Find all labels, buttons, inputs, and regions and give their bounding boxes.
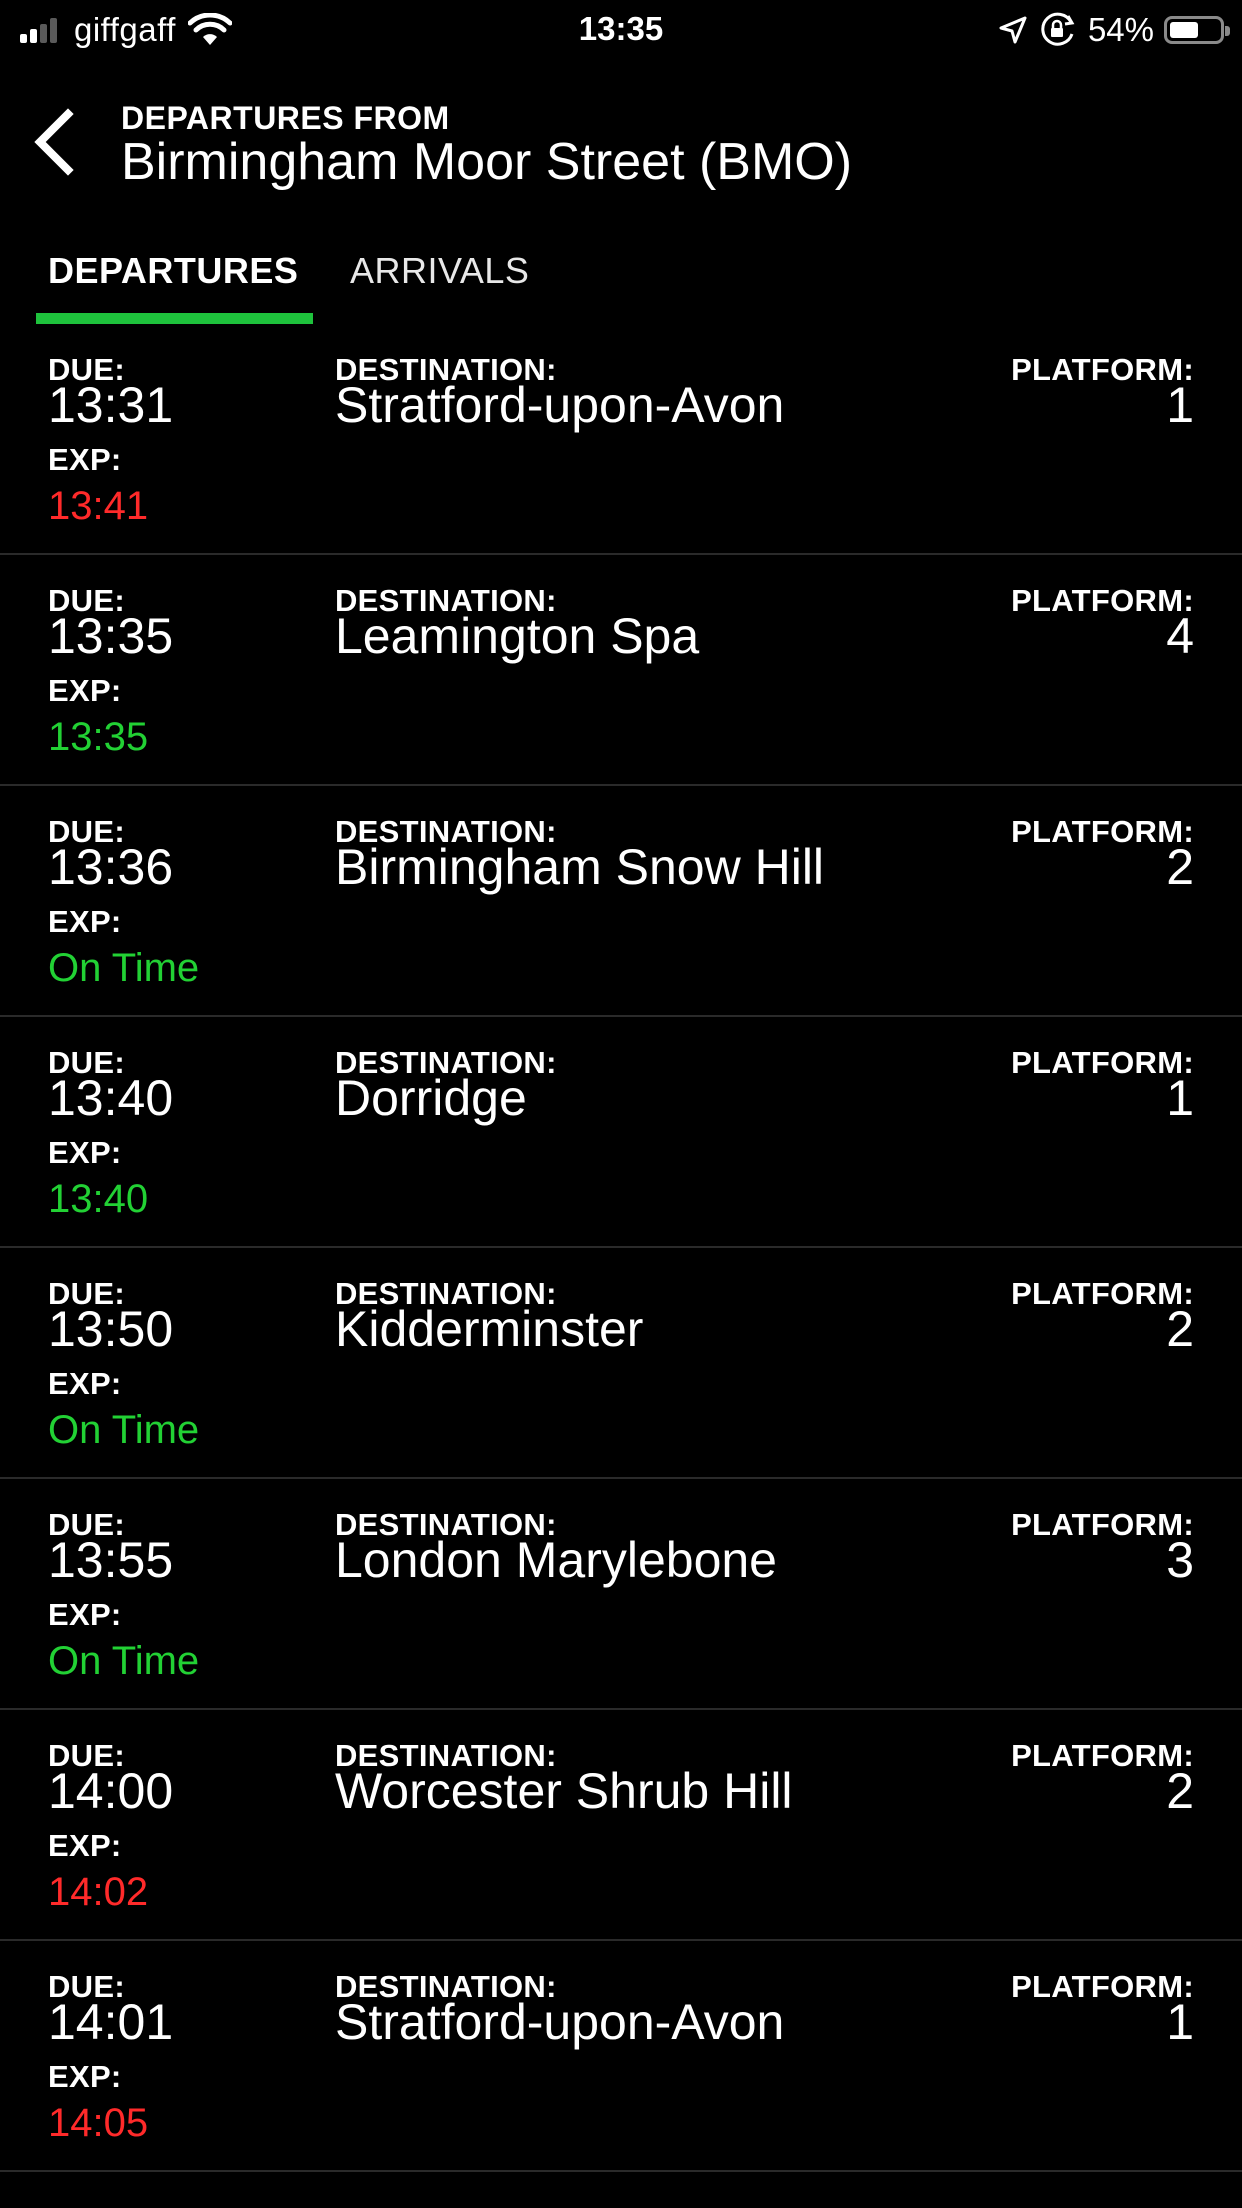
due-time: 13:40 xyxy=(48,1070,174,1126)
location-arrow-icon xyxy=(999,16,1027,44)
expected-time: 13:35 xyxy=(48,715,149,759)
platform-number: 3 xyxy=(1166,1532,1194,1588)
orientation-lock-icon xyxy=(1041,12,1075,46)
destination-name: Leamington Spa xyxy=(335,608,700,664)
due-time: 13:31 xyxy=(48,377,174,433)
platform-number: 1 xyxy=(1166,1994,1194,2050)
destination-name: Dorridge xyxy=(335,1070,527,1126)
expected-label: EXP: xyxy=(48,904,122,939)
destination-name: Worcester Shrub Hill xyxy=(335,1763,793,1819)
departure-row[interactable]: DUE: 14:01 EXP: 14:05 DESTINATION: Strat… xyxy=(0,1941,1242,2172)
battery-percentage: 54% xyxy=(1087,11,1154,48)
tab-arrivals[interactable]: ARRIVALS xyxy=(350,250,529,292)
due-time: 14:00 xyxy=(48,1763,174,1819)
platform-number: 2 xyxy=(1166,1301,1194,1357)
battery-icon xyxy=(1164,16,1230,44)
header: DEPARTURES FROM Birmingham Moor Street (… xyxy=(0,92,1242,192)
departure-row[interactable]: DUE: 13:36 EXP: On Time DESTINATION: Bir… xyxy=(0,786,1242,1017)
due-time: 13:35 xyxy=(48,608,174,664)
due-time: 13:55 xyxy=(48,1532,174,1588)
departure-row[interactable]: DUE: 13:31 EXP: 13:41 DESTINATION: Strat… xyxy=(0,324,1242,555)
status-bar: giffgaff 13:35 54% xyxy=(0,0,1242,62)
departure-row[interactable]: DUE: 13:40 EXP: 13:40 DESTINATION: Dorri… xyxy=(0,1017,1242,1248)
chevron-left-icon xyxy=(34,108,74,176)
departure-row[interactable]: DUE: 14:00 EXP: 14:02 DESTINATION: Worce… xyxy=(0,1710,1242,1941)
station-title: Birmingham Moor Street (BMO) xyxy=(121,133,853,191)
platform-number: 2 xyxy=(1166,1763,1194,1819)
expected-time: 13:41 xyxy=(48,484,149,528)
expected-label: EXP: xyxy=(48,1597,122,1632)
expected-label: EXP: xyxy=(48,1366,122,1401)
due-time: 13:50 xyxy=(48,1301,174,1357)
expected-label: EXP: xyxy=(48,442,122,477)
platform-number: 2 xyxy=(1166,839,1194,895)
expected-time: On Time xyxy=(48,1408,200,1452)
expected-label: EXP: xyxy=(48,673,122,708)
expected-time: On Time xyxy=(48,1639,200,1683)
destination-name: Stratford-upon-Avon xyxy=(335,377,785,433)
departures-list: DUE: 13:31 EXP: 13:41 DESTINATION: Strat… xyxy=(0,324,1242,2172)
platform-number: 1 xyxy=(1166,1070,1194,1126)
destination-name: Kidderminster xyxy=(335,1301,644,1357)
expected-label: EXP: xyxy=(48,1135,122,1170)
expected-time: 14:02 xyxy=(48,1870,149,1914)
destination-name: Birmingham Snow Hill xyxy=(335,839,825,895)
back-button[interactable] xyxy=(28,106,88,178)
expected-time: 14:05 xyxy=(48,2101,149,2145)
departure-row[interactable]: DUE: 13:50 EXP: On Time DESTINATION: Kid… xyxy=(0,1248,1242,1479)
status-right: 54% xyxy=(998,10,1230,50)
due-time: 14:01 xyxy=(48,1994,174,2050)
expected-time: On Time xyxy=(48,946,200,990)
tab-bar: DEPARTURES ARRIVALS xyxy=(0,240,1242,324)
active-tab-indicator xyxy=(36,313,313,324)
departure-row[interactable]: DUE: 13:35 EXP: 13:35 DESTINATION: Leami… xyxy=(0,555,1242,786)
platform-number: 4 xyxy=(1166,608,1194,664)
destination-name: London Marylebone xyxy=(335,1532,777,1588)
expected-label: EXP: xyxy=(48,2059,122,2094)
departure-row[interactable]: DUE: 13:55 EXP: On Time DESTINATION: Lon… xyxy=(0,1479,1242,1710)
destination-name: Stratford-upon-Avon xyxy=(335,1994,785,2050)
tab-departures[interactable]: DEPARTURES xyxy=(48,250,298,292)
due-time: 13:36 xyxy=(48,839,174,895)
expected-time: 13:40 xyxy=(48,1177,149,1221)
platform-number: 1 xyxy=(1166,377,1194,433)
expected-label: EXP: xyxy=(48,1828,122,1863)
